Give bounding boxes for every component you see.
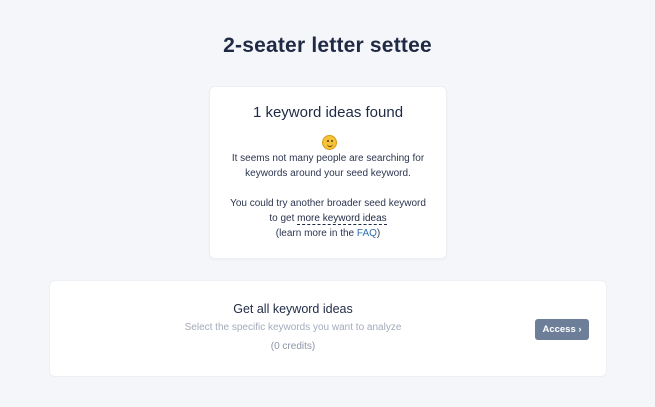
slightly-frowning-face-icon xyxy=(322,135,337,150)
faq-line: (learn more in the FAQ) xyxy=(210,226,446,241)
more-keyword-ideas-link[interactable]: more keyword ideas xyxy=(297,213,387,225)
credits-count: (0 credits) xyxy=(270,341,316,352)
suggestion-line: You could try another broader seed keywo… xyxy=(230,198,426,209)
keyword-results-card: 1 keyword ideas found It seems not many … xyxy=(209,86,447,259)
faq-prefix: (learn more in the xyxy=(275,228,357,239)
message-line: keywords around your seed keyword. xyxy=(245,168,411,179)
suggestion-prefix: to get xyxy=(269,213,298,224)
get-all-keywords-card: Get all keyword ideas Select the specifi… xyxy=(49,280,607,377)
faq-suffix: ) xyxy=(376,228,381,239)
faq-link[interactable]: FAQ xyxy=(357,228,377,239)
suggestion-line: to get more keyword ideas xyxy=(210,211,446,226)
no-results-message: It seems not many people are searching f… xyxy=(210,151,446,181)
access-button[interactable]: Access › xyxy=(535,319,589,340)
suggestion-message: You could try another broader seed keywo… xyxy=(210,196,446,241)
access-subtitle: Select the specific keywords you want to… xyxy=(184,322,402,333)
message-line: It seems not many people are searching f… xyxy=(231,153,425,164)
results-heading: 1 keyword ideas found xyxy=(252,104,404,121)
page-title: 2-seater letter settee xyxy=(223,34,432,57)
access-heading: Get all keyword ideas xyxy=(233,302,353,316)
